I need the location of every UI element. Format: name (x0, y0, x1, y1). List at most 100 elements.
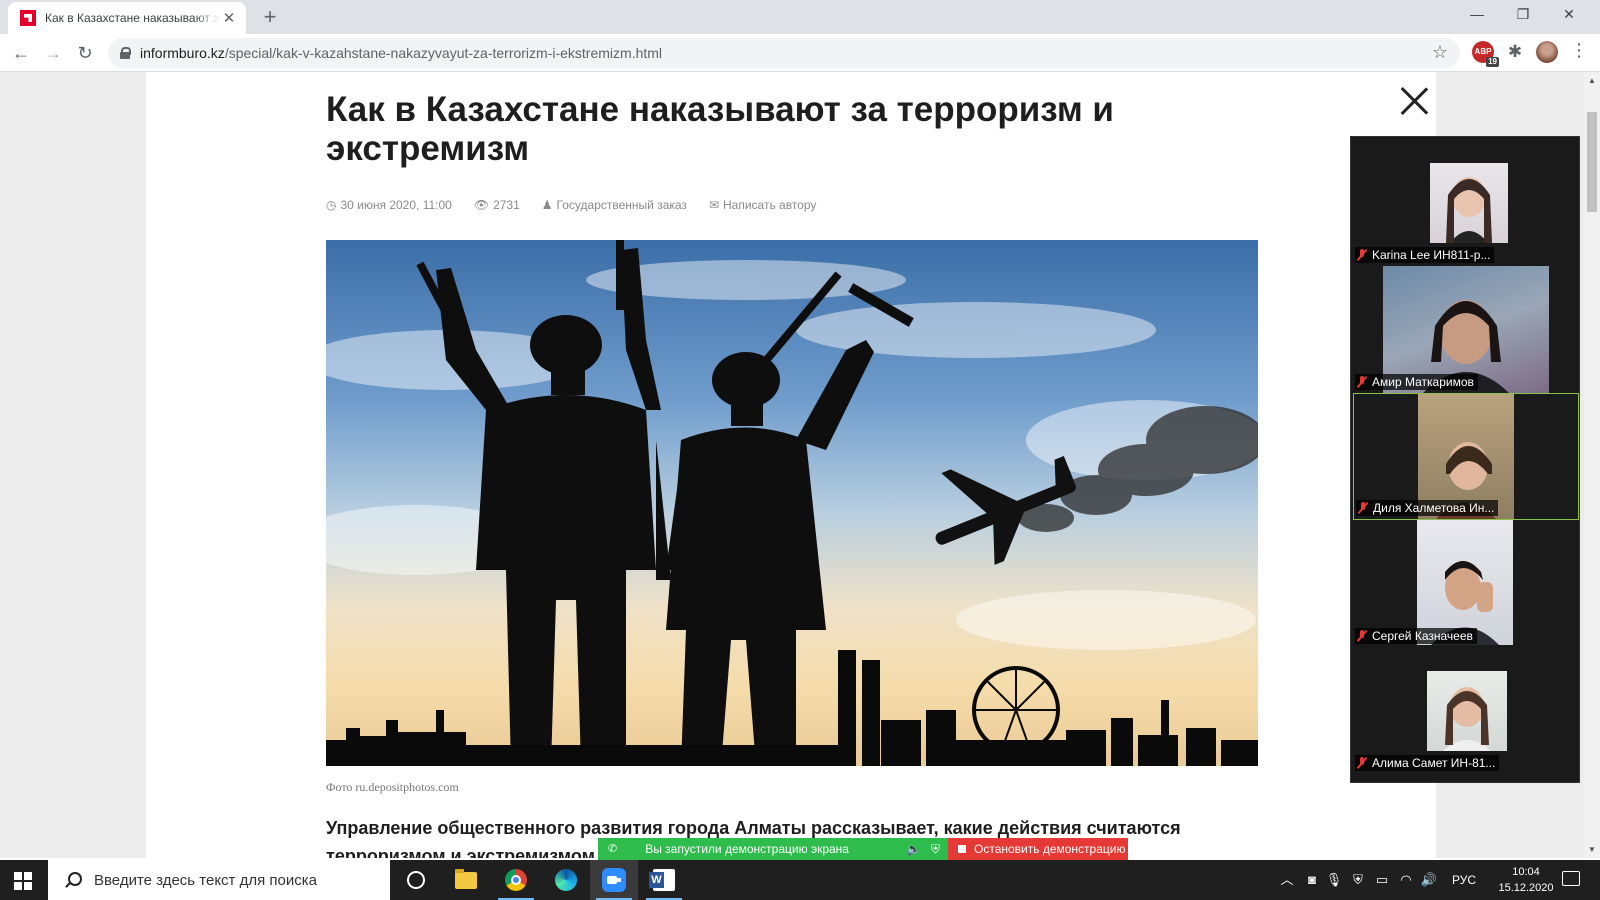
word-icon[interactable] (640, 860, 688, 900)
scroll-up-arrow-icon[interactable]: ▲ (1588, 76, 1596, 85)
participant-name-label: Диля Халметова Ин... (1356, 500, 1499, 516)
edge-icon[interactable] (542, 860, 590, 900)
meta-contact-author[interactable]: ✉ Написать автору (709, 198, 816, 212)
tray-microphone-icon[interactable]: 🎙 (1324, 860, 1344, 900)
scroll-down-arrow-icon[interactable]: ▼ (1588, 845, 1596, 854)
tab-strip: Как в Казахстане наказывают за терроризм… (0, 0, 1600, 34)
meta-date-text: 30 июня 2020, 11:00 (340, 198, 452, 212)
page-scrollbar[interactable]: ▲ ▼ (1584, 72, 1600, 858)
windows-taskbar: Введите здесь текст для поиска ︿ ◙ 🎙 ⛨ ▭… (0, 860, 1600, 900)
participant-video (1430, 163, 1508, 243)
web-page-viewport: Как в Казахстане наказывают за терроризм… (0, 72, 1584, 858)
muted-mic-icon (1358, 502, 1368, 514)
envelope-icon: ✉ (708, 198, 719, 212)
url-path: /special/kak-v-kazahstane-nakazyvayut-za… (224, 45, 663, 61)
participant-tile[interactable]: Амир Маткаримов (1353, 266, 1579, 393)
profile-avatar[interactable] (1536, 41, 1558, 63)
participant-tile[interactable]: Сергей Казначеев (1353, 520, 1579, 647)
participant-name: Karina Lee ИН811-р... (1372, 248, 1491, 262)
participant-name: Диля Халметова Ин... (1373, 501, 1495, 515)
taskbar-search-box[interactable]: Введите здесь текст для поиска (48, 860, 390, 900)
participant-tile[interactable]: Алима Самет ИН-81... (1353, 647, 1579, 774)
new-tab-button[interactable]: + (258, 2, 282, 32)
article-container: Как в Казахстане наказывают за терроризм… (146, 72, 1436, 858)
search-icon (64, 872, 82, 888)
share-status-text: Вы запустили демонстрацию экрана (645, 842, 849, 856)
window-close-button[interactable]: ✕ (1546, 0, 1592, 30)
hero-silhouette-illustration (326, 240, 1258, 766)
participant-name-label: Амир Маткаримов (1355, 374, 1478, 390)
participant-name-label: Karina Lee ИН811-р... (1355, 247, 1495, 263)
participant-name: Амир Маткаримов (1372, 375, 1474, 389)
screen-share-banner: ✆ Вы запустили демонстрацию экрана 🔈 ⛨ О… (598, 838, 1128, 860)
tray-volume-icon[interactable]: 🔊 (1418, 860, 1440, 900)
muted-mic-icon (1357, 376, 1367, 388)
participant-video-frame (1446, 177, 1492, 243)
taskbar-clock[interactable]: 10:04 15.12.2020 (1498, 864, 1554, 896)
meta-category-text: Государственный заказ (556, 198, 687, 212)
participant-name: Сергей Казначеев (1372, 629, 1473, 643)
share-status-bar[interactable]: ✆ Вы запустили демонстрацию экрана 🔈 ⛨ (598, 838, 948, 860)
participant-video (1427, 671, 1507, 751)
muted-mic-icon (1357, 249, 1367, 261)
reload-icon[interactable]: ↻ (70, 38, 100, 68)
browser-toolbar: ← → ↻ informburo.kz/special/kak-v-kazahs… (0, 34, 1600, 72)
stop-square-icon (958, 845, 966, 853)
cortana-icon[interactable] (392, 860, 440, 900)
forward-arrow-icon[interactable]: → (38, 38, 68, 68)
article-headline: Как в Казахстане наказывают за терроризм… (326, 90, 1114, 168)
user-icon: ♟ (541, 198, 553, 212)
back-arrow-icon[interactable]: ← (6, 38, 36, 68)
minimize-button[interactable]: — (1454, 0, 1500, 30)
tray-defender-icon[interactable]: ⛨ (1348, 860, 1368, 900)
tray-camera-icon[interactable]: ◙ (1302, 860, 1322, 900)
participant-video-frame (1431, 561, 1499, 645)
address-bar[interactable]: informburo.kz/special/kak-v-kazahstane-n… (108, 38, 1460, 68)
action-center-icon[interactable] (1562, 871, 1580, 886)
tray-battery-icon[interactable]: ▭ (1372, 860, 1392, 900)
clock-icon: ◷ (326, 198, 337, 212)
chrome-icon[interactable] (492, 860, 540, 900)
tray-wifi-icon[interactable]: ◠ (1396, 860, 1416, 900)
stop-share-button[interactable]: Остановить демонстрацию (948, 838, 1128, 860)
meta-category[interactable]: ♟ Государственный заказ (542, 198, 687, 212)
scroll-thumb[interactable] (1587, 112, 1597, 212)
shield-icon[interactable]: ⛨ (931, 838, 940, 860)
meta-views: 👁 2731 (474, 198, 520, 212)
meta-views-text: 2731 (493, 198, 520, 212)
windows-start-icon[interactable] (14, 872, 32, 890)
article-meta: ◷ 30 июня 2020, 11:00 👁 2731 ♟ Государствен… (326, 198, 816, 212)
speaker-icon[interactable]: 🔈 (906, 838, 921, 860)
browser-tab[interactable]: Как в Казахстане наказывают за терроризм… (8, 2, 246, 34)
participant-tile-active-speaker[interactable]: Диля Халметова Ин... (1353, 393, 1579, 520)
meta-date: ◷ 30 июня 2020, 11:00 (326, 198, 452, 212)
stop-share-label: Остановить демонстрацию (974, 842, 1126, 856)
adblock-extension-icon[interactable]: ABP 19 (1472, 41, 1499, 67)
hero-image (326, 240, 1258, 766)
muted-mic-icon (1357, 630, 1367, 642)
url-host: informburo.kz (140, 45, 225, 61)
taskbar-search-placeholder: Введите здесь текст для поиска (94, 871, 317, 889)
zoom-gallery-panel: Karina Lee ИН811-р... Амир Маткаримов Ди… (1350, 136, 1580, 783)
phone-icon: ✆ (608, 843, 618, 855)
photo-caption: Фото ru.depositphotos.com (326, 780, 459, 794)
participant-tile[interactable]: Karina Lee ИН811-р... (1353, 139, 1579, 266)
file-explorer-icon[interactable] (442, 860, 490, 900)
meta-contact-text: Написать автору (723, 198, 817, 212)
adblock-count-badge: 19 (1486, 57, 1499, 67)
tray-language[interactable]: РУС (1446, 860, 1482, 900)
extensions-puzzle-icon[interactable]: ✱ (1504, 41, 1526, 63)
restore-button[interactable]: ❐ (1500, 0, 1546, 30)
browser-menu-kebab-icon[interactable]: ⋮ (1570, 40, 1588, 61)
bookmark-star-icon[interactable]: ☆ (1432, 42, 1448, 63)
muted-mic-icon (1357, 757, 1367, 769)
adblock-label: ABP (1474, 47, 1492, 56)
participant-video (1417, 520, 1513, 645)
clock-date: 15.12.2020 (1498, 882, 1554, 894)
zoom-app-icon[interactable] (590, 860, 638, 900)
participant-name-label: Алима Самет ИН-81... (1355, 755, 1500, 771)
close-article-icon[interactable] (1400, 86, 1430, 116)
tab-close-button[interactable]: ✕ (220, 9, 238, 27)
tray-overflow-chevron-icon[interactable]: ︿ (1278, 860, 1296, 900)
lock-icon[interactable] (120, 47, 131, 59)
